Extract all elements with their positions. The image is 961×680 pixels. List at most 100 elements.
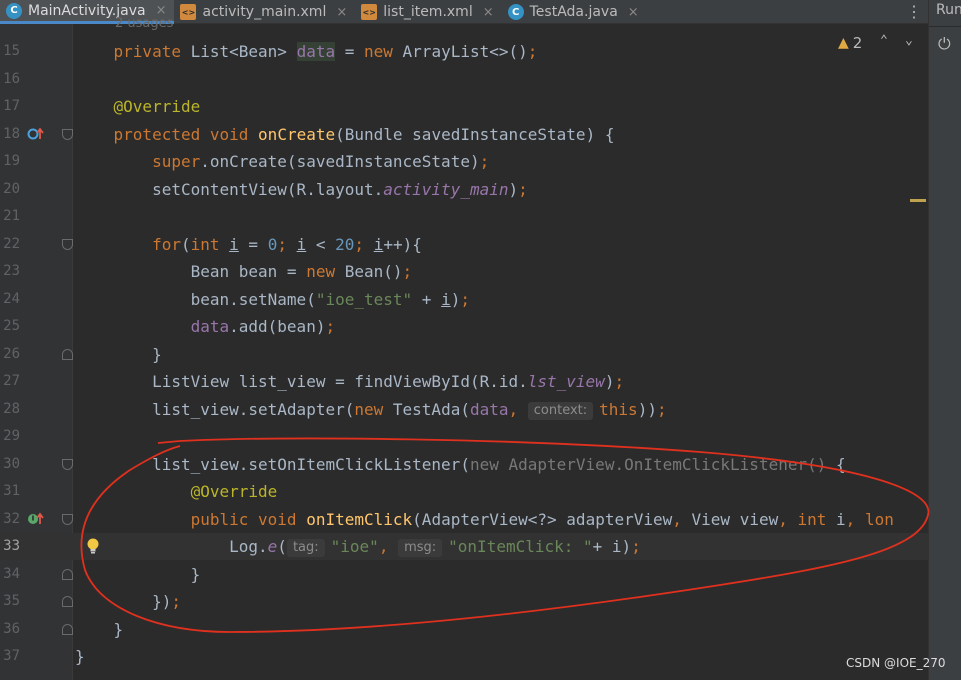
code-token: } <box>190 564 201 584</box>
fold-icon[interactable] <box>62 513 73 525</box>
fold-icon[interactable] <box>62 568 73 580</box>
code-token: .add(bean) <box>229 317 326 336</box>
code-line[interactable]: 34 } <box>0 561 928 588</box>
code-token: } <box>152 344 162 364</box>
lightbulb-icon[interactable] <box>86 537 100 558</box>
code-line[interactable]: 23 Bean bean = new Bean(); <box>0 258 928 285</box>
class-icon: C <box>6 2 22 19</box>
xml-icon: <> <box>361 4 378 20</box>
code-token: ; <box>631 537 641 556</box>
code-line[interactable]: 24 bean.setName("ioe_test" + i); <box>0 286 928 313</box>
code-text: } <box>75 561 201 588</box>
scrollbar-warning-mark[interactable] <box>910 199 926 202</box>
code-line[interactable]: 16 <box>0 66 928 93</box>
editor-tab-label: TestAda.java <box>529 4 618 20</box>
code-text: } <box>75 616 124 643</box>
editor-tab[interactable]: <> activity_main.xml × <box>174 0 355 24</box>
code-token: i <box>441 289 451 309</box>
code-line[interactable]: 22 for(int i = 0; i < 20; i++){ <box>0 231 928 258</box>
line-number: 34 <box>3 565 20 582</box>
code-line[interactable]: 15 private List<Bean> data = new ArrayLi… <box>0 38 928 65</box>
code-token: { <box>826 454 846 474</box>
code-line[interactable]: 30 list_view.setOnItemClickListener(new … <box>0 451 928 478</box>
more-vert-icon[interactable]: ⋮ <box>900 0 928 23</box>
line-number: 21 <box>3 208 20 224</box>
fold-icon[interactable] <box>62 348 73 360</box>
run-tab-label[interactable]: Run <box>936 2 961 18</box>
code-token: super <box>152 152 201 171</box>
power-icon[interactable]: ⏻ <box>938 34 951 54</box>
code-token: ; <box>171 592 181 611</box>
code-text: }); <box>75 588 181 615</box>
fold-icon[interactable] <box>62 238 73 250</box>
code-line[interactable]: 33 Log.e(tag: "ioe", msg: "onItemClick: "+… <box>0 533 928 560</box>
code-line[interactable]: 35 }); <box>0 588 928 615</box>
code-line[interactable]: 32 public void onItemClick(AdapterView<?… <box>0 506 928 533</box>
line-number: 26 <box>3 345 20 362</box>
parameter-hint: msg: <box>398 539 443 557</box>
code-line[interactable]: 31 @Override <box>0 478 928 505</box>
line-number: 22 <box>3 235 20 252</box>
editor-tab[interactable]: C TestAda.java × <box>502 0 647 24</box>
code-token: ; <box>402 262 413 281</box>
code-token: )) <box>637 399 657 419</box>
code-token: View view <box>691 509 779 529</box>
editor-tab-label: activity_main.xml <box>202 4 327 20</box>
code-token: data <box>190 317 230 336</box>
code-token: lon <box>864 509 894 529</box>
code-line[interactable]: 37} <box>0 643 928 670</box>
fold-icon[interactable] <box>62 623 73 635</box>
code-token: ArrayList<>() <box>392 42 528 61</box>
code-line[interactable]: 28 list_view.setAdapter(new TestAda(data… <box>0 396 928 423</box>
implement-marker-icon[interactable] <box>27 512 45 529</box>
code-text: list_view.setAdapter(new TestAda(data, c… <box>75 396 667 423</box>
code-token: } <box>75 647 85 666</box>
fold-icon[interactable] <box>62 458 73 470</box>
fold-icon[interactable] <box>62 128 73 140</box>
code-line[interactable]: 17 @Override <box>0 93 928 120</box>
code-line[interactable]: 20 setContentView(R.layout.activity_main… <box>0 176 928 203</box>
code-token: ) <box>508 179 519 199</box>
close-icon[interactable]: × <box>628 5 639 20</box>
code-line[interactable]: 36 } <box>0 616 928 643</box>
code-line[interactable]: 29 <box>0 423 928 450</box>
code-token: (Bundle savedInstanceState) { <box>335 124 615 144</box>
code-token: new <box>364 42 393 61</box>
line-number: 15 <box>3 43 20 59</box>
code-line[interactable]: 25 data.add(bean); <box>0 313 928 340</box>
chevron-up-icon[interactable]: ⌃ <box>880 33 888 48</box>
code-line[interactable]: 19 super.onCreate(savedInstanceState); <box>0 148 928 175</box>
override-marker-icon[interactable] <box>27 127 45 144</box>
code-text: for(int i = 0; i < 20; i++){ <box>75 231 422 258</box>
close-icon[interactable]: × <box>483 5 494 20</box>
code-line[interactable]: 26 } <box>0 341 928 368</box>
close-icon[interactable]: × <box>336 5 347 20</box>
code-token: data <box>469 399 509 419</box>
code-token: , <box>845 509 865 529</box>
fold-icon[interactable] <box>62 596 73 607</box>
code-token: (AdapterView<?> adapterView <box>412 509 673 529</box>
line-number: 37 <box>3 648 20 664</box>
code-token: TestAda( <box>383 399 470 419</box>
run-tool-strip: Run ⏻ <box>928 0 961 680</box>
code-line[interactable]: 18 protected void onCreate(Bundle savedI… <box>0 121 928 148</box>
code-text: @Override <box>75 478 278 505</box>
code-text: } <box>75 341 162 368</box>
code-line[interactable]: 27 ListView list_view = findViewById(R.i… <box>0 368 928 395</box>
line-number: 20 <box>3 180 20 197</box>
code-token: < <box>306 234 336 254</box>
line-number: 33 <box>3 538 20 554</box>
chevron-down-icon[interactable]: ⌄ <box>905 33 913 48</box>
parameter-hint: context: <box>527 401 594 420</box>
code-token: list_view.setAdapter( <box>152 399 355 419</box>
line-number: 31 <box>3 483 20 499</box>
inspection-widget[interactable]: ▲ 2 <box>838 34 862 52</box>
code-token: ; <box>460 289 470 309</box>
usages-inlay-hint[interactable]: 2 usages <box>115 16 173 31</box>
line-number: 25 <box>3 318 20 334</box>
code-line[interactable]: 21 <box>0 203 928 230</box>
editor-tab[interactable]: <> list_item.xml × <box>355 0 501 24</box>
